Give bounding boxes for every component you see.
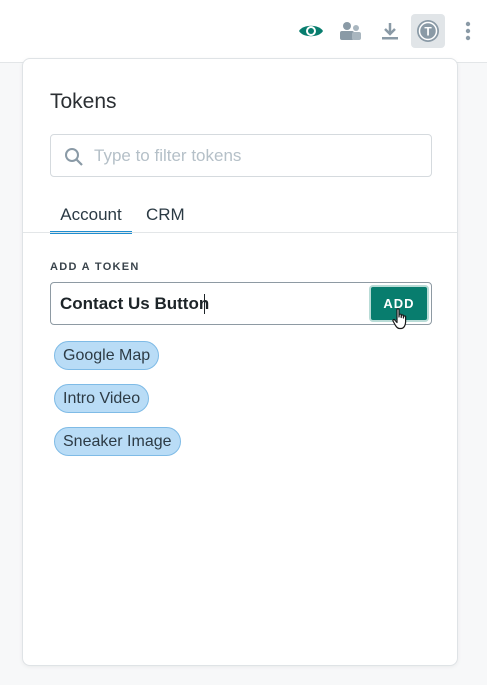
search-field[interactable] [50, 134, 432, 177]
search-input[interactable] [94, 135, 424, 176]
panel-title: Tokens [50, 90, 117, 113]
add-token-input[interactable] [60, 283, 360, 324]
hand-pointer-icon [392, 308, 407, 330]
users-icon [340, 22, 361, 40]
tab-crm[interactable]: CRM [146, 205, 185, 231]
token-chip[interactable]: Intro Video [54, 384, 150, 413]
download-button[interactable] [373, 14, 407, 48]
more-options-button[interactable] [451, 14, 485, 48]
search-icon [65, 148, 83, 166]
top-toolbar: T [0, 0, 487, 63]
more-vertical-icon [465, 21, 471, 41]
token-icon: T [417, 20, 439, 42]
text-caret [204, 294, 205, 314]
token-chip[interactable]: Google Map [54, 341, 160, 370]
users-button[interactable] [333, 14, 367, 48]
tab-divider [23, 232, 457, 233]
eye-icon [299, 25, 323, 37]
preview-button[interactable] [294, 14, 328, 48]
token-icon-letter: T [424, 25, 432, 39]
tokens-button[interactable]: T [411, 14, 445, 48]
token-chip[interactable]: Sneaker Image [54, 427, 181, 456]
download-icon [382, 23, 398, 40]
add-token-label: ADD A TOKEN [50, 261, 140, 273]
tab-account[interactable]: Account [50, 205, 132, 234]
add-token-field[interactable]: ADD [50, 282, 432, 325]
tokens-panel: Tokens Account CRM ADD A TOKEN ADD Googl… [22, 58, 458, 666]
